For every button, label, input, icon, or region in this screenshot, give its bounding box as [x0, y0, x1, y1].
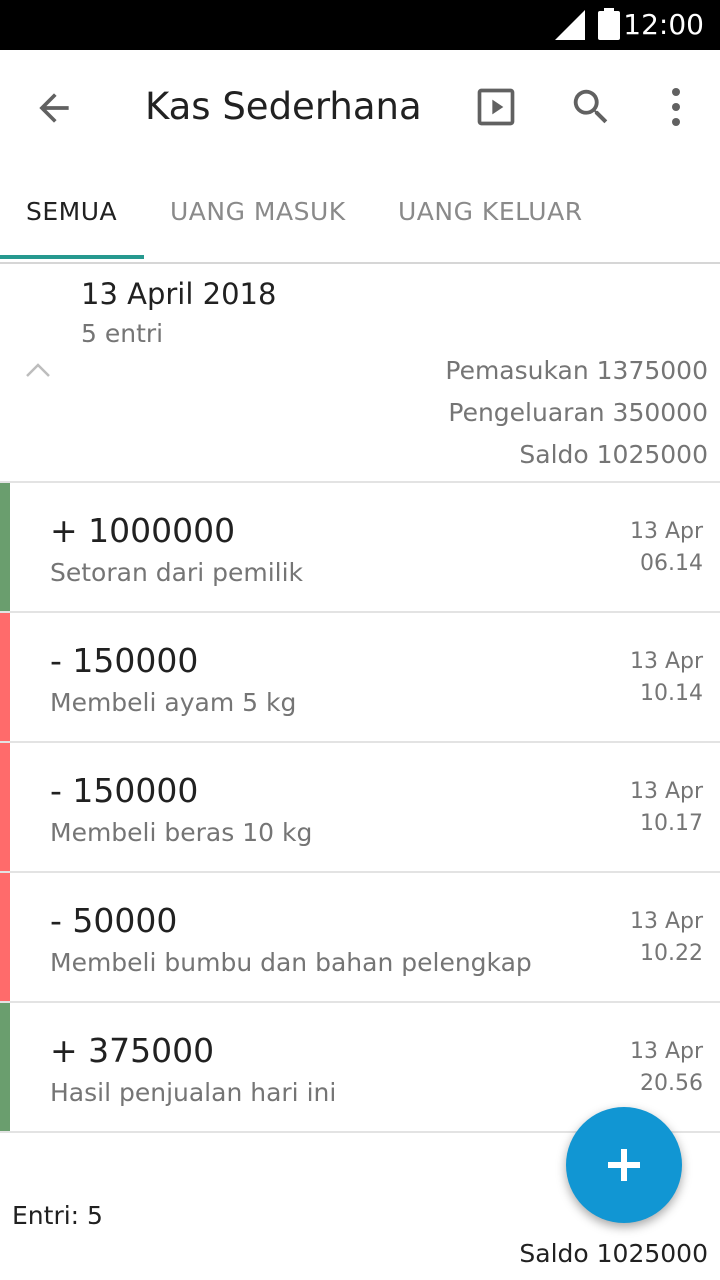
expense-indicator: [0, 743, 10, 871]
income-indicator: [0, 483, 10, 611]
tab-semua[interactable]: SEMUA: [26, 194, 117, 230]
plus-icon: [608, 1149, 640, 1181]
entry-item[interactable]: - 150000 Membeli ayam 5 kg 13 Apr 10.14: [0, 613, 720, 741]
entry-time: 06.14: [640, 551, 703, 576]
tab-uang-masuk[interactable]: UANG MASUK: [170, 194, 346, 230]
signal-icon: [555, 10, 585, 40]
more-vert-icon[interactable]: [662, 85, 690, 129]
summary-date: 13 April 2018: [81, 277, 277, 311]
entry-description: Membeli ayam 5 kg: [50, 688, 297, 717]
entry-date: 13 Apr: [629, 519, 703, 544]
summary-balance: Saldo 1025000: [519, 440, 708, 469]
income-indicator: [0, 1003, 10, 1131]
footer-entry-count: Entri: 5: [12, 1201, 103, 1230]
entry-amount: - 150000: [50, 771, 199, 810]
battery-icon: [598, 8, 620, 40]
play-icon[interactable]: [474, 85, 518, 129]
entry-item[interactable]: - 150000 Membeli beras 10 kg 13 Apr 10.1…: [0, 743, 720, 871]
expense-indicator: [0, 873, 10, 1001]
summary-count: 5 entri: [81, 319, 164, 348]
add-entry-button[interactable]: [566, 1107, 682, 1223]
entry-amount: - 150000: [50, 641, 199, 680]
app-bar: Kas Sederhana: [0, 50, 720, 164]
tab-bar: SEMUA UANG MASUK UANG KELUAR: [0, 164, 720, 262]
entry-amount: + 375000: [50, 1031, 215, 1070]
page-title: Kas Sederhana: [145, 85, 422, 128]
entry-date: 13 Apr: [629, 649, 703, 674]
entry-description: Hasil penjualan hari ini: [50, 1078, 337, 1107]
footer-balance: Saldo 1025000: [519, 1239, 708, 1268]
chevron-up-icon[interactable]: [24, 360, 52, 380]
entry-date: 13 Apr: [629, 1039, 703, 1064]
status-bar: 12:00: [0, 0, 720, 50]
entry-time: 10.14: [640, 681, 703, 706]
tab-uang-keluar[interactable]: UANG KELUAR: [398, 194, 583, 230]
entry-amount: + 1000000: [50, 511, 236, 550]
summary-income: Pemasukan 1375000: [445, 356, 708, 385]
summary-expense: Pengeluaran 350000: [448, 398, 708, 427]
day-summary[interactable]: 13 April 2018 5 entri Pemasukan 1375000 …: [0, 264, 720, 482]
entry-description: Setoran dari pemilik: [50, 558, 304, 587]
entry-description: Membeli bumbu dan bahan pelengkap: [50, 948, 532, 977]
status-time: 12:00: [623, 8, 704, 41]
entry-item[interactable]: - 50000 Membeli bumbu dan bahan pelengka…: [0, 873, 720, 1001]
entry-date: 13 Apr: [629, 779, 703, 804]
search-icon[interactable]: [568, 84, 614, 130]
entry-amount: - 50000: [50, 901, 178, 940]
entry-date: 13 Apr: [629, 909, 703, 934]
tab-indicator: [0, 255, 144, 259]
entry-description: Membeli beras 10 kg: [50, 818, 313, 847]
back-arrow-icon[interactable]: [32, 86, 76, 130]
expense-indicator: [0, 613, 10, 741]
entry-time: 10.22: [640, 941, 703, 966]
entry-time: 20.56: [640, 1071, 703, 1096]
entry-item[interactable]: + 1000000 Setoran dari pemilik 13 Apr 06…: [0, 483, 720, 611]
entry-time: 10.17: [640, 811, 703, 836]
